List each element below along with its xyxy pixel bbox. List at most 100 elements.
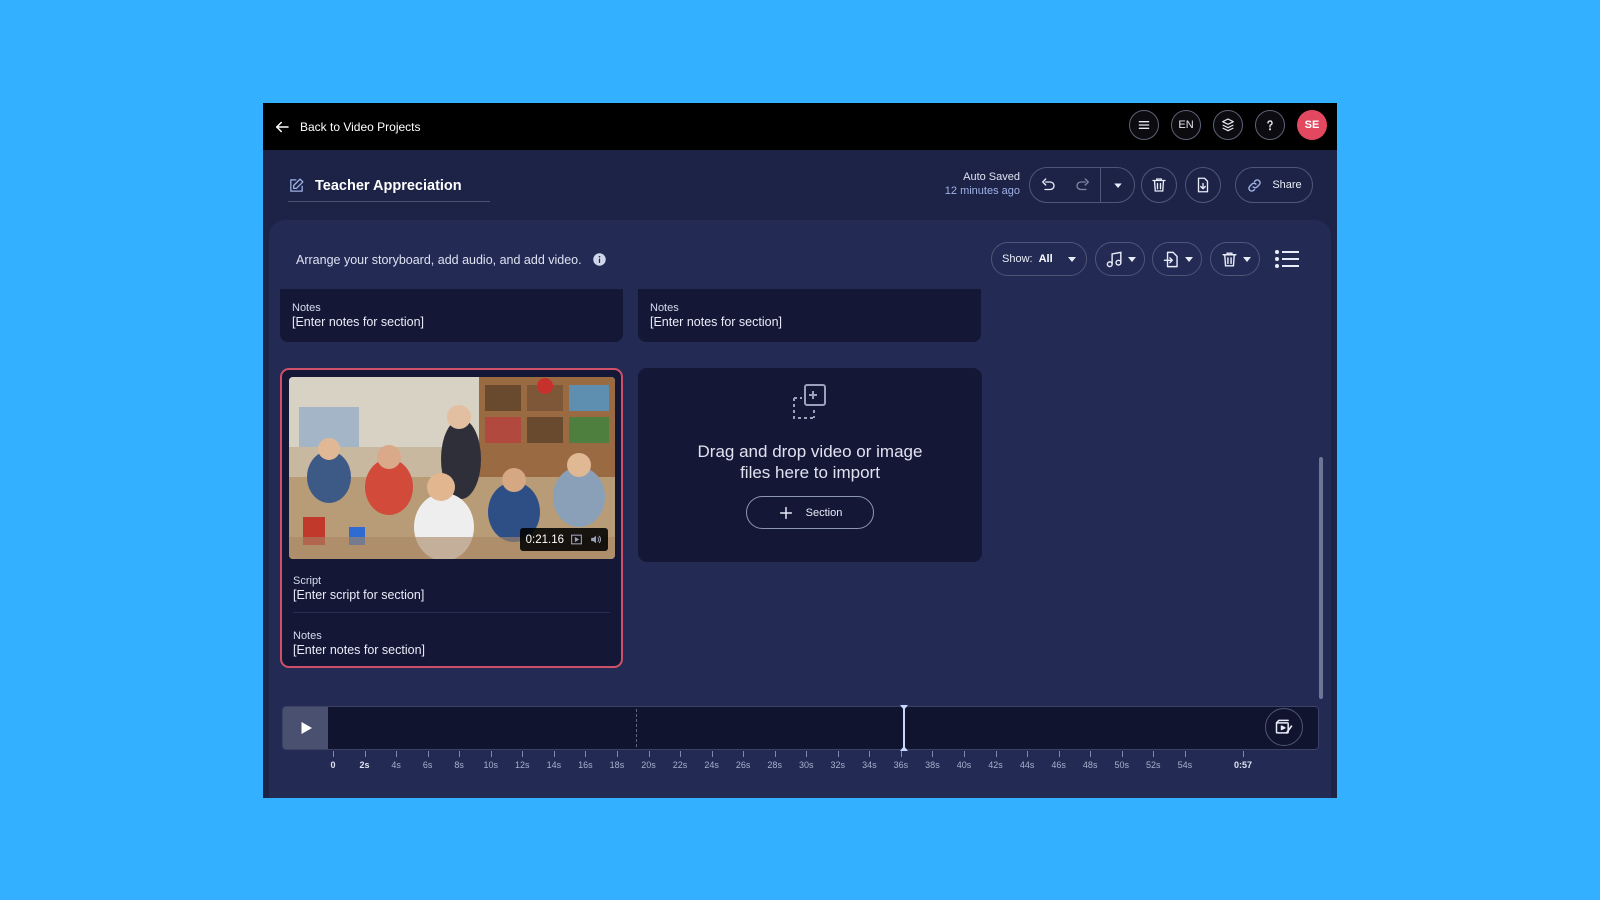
back-label: Back to Video Projects: [300, 119, 421, 134]
timeline-tick: [1027, 751, 1029, 757]
timeline-tick: [1121, 751, 1123, 757]
import-icon: [1163, 251, 1178, 267]
timeline-tick-label: 12s: [515, 760, 530, 770]
timeline-tick-label: 26s: [735, 760, 751, 770]
timeline-tick-label: 0: [330, 760, 336, 770]
notes-label: Notes: [650, 302, 679, 314]
timeline-tick: [711, 751, 713, 757]
timeline-tick: [900, 751, 902, 757]
timeline-tick: [1058, 751, 1060, 757]
timeline-tick-label: 28s: [767, 760, 782, 770]
timeline-tick-label: 38s: [925, 760, 940, 770]
timeline-tick-label: 34s: [862, 760, 877, 770]
chevron-down-icon: [1113, 183, 1122, 188]
redo-button[interactable]: [1065, 168, 1100, 202]
section-card-2[interactable]: Notes [Enter notes for section]: [638, 289, 981, 342]
playhead[interactable]: [900, 705, 908, 751]
instructions-text: Arrange your storyboard, add audio, and …: [296, 252, 582, 267]
notes-label: Notes: [293, 630, 322, 642]
top-bar: Back to Video Projects EN SE: [263, 103, 1337, 150]
show-label: Show:: [1002, 253, 1033, 265]
info-icon[interactable]: [592, 252, 607, 267]
timeline-tick: [585, 751, 587, 757]
timeline-tick: [1243, 751, 1244, 757]
timeline-tick-label: 22s: [672, 760, 688, 770]
chevron-down-icon: [1242, 256, 1251, 262]
timeline-tick-label: 46s: [1051, 760, 1066, 770]
import-dropdown[interactable]: [1152, 242, 1202, 276]
timeline-tick: [648, 751, 650, 757]
preview-icon: [1275, 719, 1293, 734]
clip-script-block: Script [Enter script for section]: [293, 575, 424, 603]
screen-icon[interactable]: [570, 533, 583, 546]
import-dropzone[interactable]: Drag and drop video or image files here …: [638, 368, 982, 562]
timeline-tick-label: 18s: [609, 760, 625, 770]
add-section-button[interactable]: Section: [746, 496, 874, 529]
timeline-tick: [1153, 751, 1155, 757]
notes-value[interactable]: [Enter notes for section]: [293, 643, 425, 658]
project-title-field[interactable]: Teacher Appreciation: [288, 170, 490, 202]
timeline-tick-label: 2s: [359, 760, 370, 770]
play-button[interactable]: [283, 707, 328, 749]
timeline-tick-label: 48s: [1082, 760, 1098, 770]
clip-notes-block: Notes [Enter notes for section]: [293, 630, 425, 658]
volume-icon[interactable]: [589, 533, 602, 546]
timeline-ruler: 0:57 0 2s 4s 6s 8s 10s 12s 14s 16s 18s 20s 22s 24s 26…: [263, 751, 1337, 781]
timeline-tick-label: 10s: [483, 760, 499, 770]
autosave-label: Auto Saved: [963, 171, 1020, 183]
section-card-1[interactable]: Notes [Enter notes for section]: [280, 289, 623, 342]
divider: [293, 612, 610, 613]
timeline-tick-label: 50s: [1114, 760, 1130, 770]
timeline-tick: [396, 751, 398, 757]
storyboard-scrollbar[interactable]: [1319, 457, 1323, 699]
notes-value[interactable]: [Enter notes for section]: [292, 315, 611, 330]
autosave-time: 12 minutes ago: [944, 185, 1020, 197]
help-button[interactable]: [1255, 110, 1285, 140]
undo-redo-group: [1029, 167, 1135, 203]
timeline-tick-label: 44s: [1019, 760, 1035, 770]
link-icon: [1248, 178, 1262, 192]
clip-section-card[interactable]: 0:21.16 Script [Enter script for section…: [280, 368, 623, 668]
script-value[interactable]: [Enter script for section]: [293, 588, 424, 603]
autosave-status: Auto Saved 12 minutes ago: [945, 170, 1020, 198]
notes-value[interactable]: [Enter notes for section]: [650, 315, 969, 330]
redo-icon: [1075, 178, 1089, 191]
timeline-tick-label: 42s: [988, 760, 1003, 770]
timeline-tick: [680, 751, 682, 757]
timeline-tick-label: 16s: [578, 760, 593, 770]
edit-icon: [290, 178, 304, 192]
trash-icon: [1221, 251, 1237, 267]
chevron-down-icon: [1184, 256, 1193, 262]
timeline-track[interactable]: [282, 705, 1319, 751]
section-boundary-marker: [636, 709, 637, 747]
app-window: Back to Video Projects EN SE Teacher App…: [263, 103, 1337, 798]
dropzone-text: Drag and drop video or image files here …: [638, 441, 982, 483]
show-filter-dropdown[interactable]: Show: All: [991, 242, 1087, 276]
delete-project-button[interactable]: [1141, 167, 1177, 203]
layers-button[interactable]: [1213, 110, 1243, 140]
timeline-tick: [616, 751, 618, 757]
menu-button[interactable]: [1129, 110, 1159, 140]
user-avatar[interactable]: SE: [1297, 110, 1327, 140]
share-button[interactable]: Share: [1235, 167, 1313, 203]
audio-dropdown[interactable]: [1095, 242, 1145, 276]
timeline-tick-label: 36s: [893, 760, 909, 770]
download-button[interactable]: [1185, 167, 1221, 203]
undo-button[interactable]: [1030, 168, 1065, 202]
dropzone-line-1: Drag and drop video or image: [697, 442, 923, 461]
preview-button[interactable]: [1265, 708, 1303, 746]
language-button[interactable]: EN: [1171, 110, 1201, 140]
history-dropdown[interactable]: [1100, 168, 1134, 202]
delete-dropdown[interactable]: [1210, 242, 1260, 276]
list-view-icon[interactable]: [1274, 248, 1300, 270]
video-thumbnail[interactable]: 0:21.16: [289, 377, 615, 559]
layers-icon: [1222, 118, 1234, 132]
timeline-tick-label: 32s: [830, 760, 846, 770]
timeline-tick-label: 54s: [1177, 760, 1193, 770]
section-button-label: Section: [805, 506, 843, 519]
timeline-tick: [333, 751, 334, 757]
clip-duration: 0:21.16: [525, 533, 564, 546]
storyboard-instructions: Arrange your storyboard, add audio, and …: [296, 252, 607, 267]
back-to-projects-link[interactable]: Back to Video Projects: [273, 118, 421, 136]
timeline-tick: [837, 751, 839, 757]
